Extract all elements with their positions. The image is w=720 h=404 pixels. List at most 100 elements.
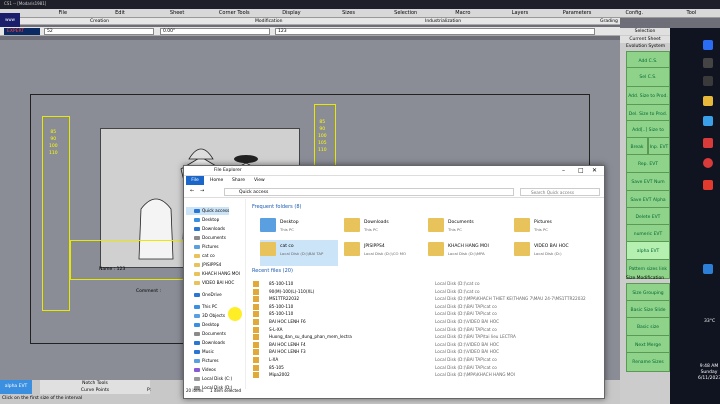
size-label: 90 [319,127,326,132]
menu-macro[interactable]: Macro [434,9,491,17]
nav-video-bai-hoc[interactable]: VIDEO BAI HOC [186,279,234,287]
nav-onedrive[interactable]: OneDrive [186,291,222,299]
edge-icon[interactable] [703,116,713,126]
file-icon [253,281,259,287]
menu-sizes[interactable]: Sizes [320,9,377,17]
folder-tile[interactable]: Desktop This PC [260,216,338,242]
expert-badge: EXPERT [4,28,40,35]
tab-file[interactable]: File [186,176,204,185]
nav-local-disk-c[interactable]: Local Disk (C:) [186,375,232,383]
clock[interactable]: 9:48 AM Sunday 6/11/2023 [698,364,720,382]
file-explorer-icon[interactable] [703,96,713,106]
menu-display[interactable]: Display [263,9,320,17]
size-label: 110 [318,148,327,153]
value-field-3[interactable]: 123 [275,28,595,35]
search-box[interactable]: Search Quick access [520,188,600,196]
weather-icon [703,264,713,274]
windows-icon[interactable] [703,40,713,50]
size-label: 105 [318,141,327,146]
curve-points-button[interactable]: Curve Points [40,387,150,394]
app-icon[interactable] [703,180,713,190]
menu-tool[interactable]: Tool [663,9,720,17]
nav-khach-hang-moi[interactable]: KHACH HANG MOI [186,270,240,278]
folder-tile[interactable]: Documents This PC [428,216,506,242]
nav-3d-objects[interactable]: 3D Objects [186,312,225,320]
size-modification-label: Size Modification [626,276,665,281]
clock-date: 6/11/2023 [698,376,720,381]
nav-quick-access[interactable]: Quick access [186,207,230,215]
nav-this-pc[interactable]: This PC [186,303,217,311]
nav-documents-pc[interactable]: Documents [186,330,226,338]
file-icon [253,311,259,318]
app-icon[interactable] [703,138,713,148]
rep-evt-button[interactable]: Rep. EVT [626,154,670,174]
file-icon [253,296,259,303]
nav-pictures-pc[interactable]: Pictures [186,357,219,365]
ribbon-tabs: File Home Share View [184,176,604,185]
file-icon [253,303,259,310]
size-label: 100 [318,134,327,139]
app-logo: www [0,13,20,27]
nav-documents[interactable]: Documents [186,234,226,242]
rename-sizes-button[interactable]: Rename Sizes [626,352,670,372]
nav-videos[interactable]: Videos [186,366,216,374]
file-icon [253,349,259,356]
close-icon[interactable]: ✕ [592,167,597,174]
address-bar[interactable]: Quick access [224,188,514,196]
task-view-icon[interactable] [703,76,713,86]
minimize-icon[interactable]: – [562,167,565,174]
alpha-evt-button[interactable]: alpha EVT [626,241,670,261]
tab-home[interactable]: Home [210,178,223,183]
nav-desktop-pc[interactable]: Desktop [186,321,219,329]
current-sheet-label: Current Sheet [620,36,670,43]
explorer-title: File Explorer [214,168,242,173]
value-field-2[interactable]: 0.00" [160,28,270,35]
folder-tile[interactable]: Downloads This PC [344,216,422,242]
nav-cat-co[interactable]: cat co [186,252,215,260]
menu-config[interactable]: Config. [606,9,663,17]
p-label: P: [147,388,152,393]
file-icon [253,341,259,348]
menu-sheet[interactable]: Sheet [149,9,206,17]
basic-size-modification-button[interactable]: Basic size Modification [626,317,670,350]
value-field-1[interactable]: 52 [44,28,154,35]
maximize-icon[interactable]: □ [578,167,584,174]
menu-corner-tools[interactable]: Corner Tools [206,9,263,17]
folder-tile[interactable]: cat co Local Disk (D:)\BAI TAP [260,240,338,266]
search-icon[interactable] [703,58,713,68]
add-size-prod-button[interactable]: Add. Size to Prod. [626,86,670,106]
item-count: 20 items [186,388,204,393]
file-icon [253,288,259,295]
nav-pictures[interactable]: Pictures [186,243,219,251]
nav-jpisipps4[interactable]: JPISIPPS4 [186,261,221,269]
nav-downloads[interactable]: Downloads [186,225,225,233]
tab-share[interactable]: Share [232,178,245,183]
folder-tile[interactable]: KHACH HANG MOI Local Disk (D:)\MPA [428,240,506,266]
record-icon[interactable] [703,158,713,168]
menu-file[interactable]: File [34,9,91,17]
header-row: Creation Modification Industrialization … [20,18,620,25]
menu-selection[interactable]: Selection [377,9,434,17]
tab-view[interactable]: View [254,178,265,183]
menu-edit[interactable]: Edit [91,9,148,17]
recent-files-heading[interactable]: Recent files (20) [252,268,293,274]
creation-label: Creation [90,19,110,24]
back-icon[interactable]: ← [190,188,194,194]
forward-icon[interactable]: → [200,188,204,194]
active-mode-badge: alpha EVT [0,380,32,394]
nav-music[interactable]: Music [186,348,214,356]
folder-tile[interactable]: VIDEO BAI HOC Local Disk (D:) [514,240,592,266]
folder-tile[interactable]: JPISIPPS4 Local Disk (D:)\CO MO [344,240,422,266]
save-evt-num-button[interactable]: Save EVT Num [626,172,670,192]
notch-tools-button[interactable]: Notch Tools [40,380,150,387]
menu-parameters[interactable]: Parameters [549,9,606,17]
folder-tile[interactable]: Pictures This PC [514,216,592,242]
menu-layers[interactable]: Layers [491,9,548,17]
nav-desktop[interactable]: Desktop [186,216,219,224]
recent-file-row[interactable]: Mipa2002 Local Disk (D:)\MPA\KHACH HANG M… [253,371,593,379]
sel-cs-button[interactable]: Sel C.S. [626,67,670,87]
frequent-folders-heading[interactable]: Frequent folders (8) [252,204,301,210]
file-path: Local Disk (D:)\MPA\KHACH HANG MOI [435,372,515,378]
nav-downloads-pc[interactable]: Downloads [186,339,225,347]
search-placeholder: Search Quick access [531,190,574,195]
